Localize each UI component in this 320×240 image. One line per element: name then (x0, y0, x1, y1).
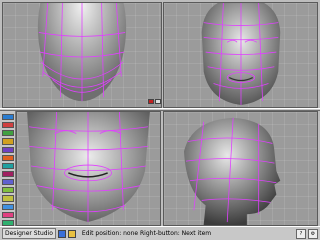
weld-tool-button[interactable] (1, 203, 14, 210)
viewport-mini-buttons (148, 99, 161, 104)
status-tray: ? ⚙ (296, 228, 318, 239)
settings-icon[interactable]: ⚙ (308, 228, 318, 239)
head-mesh-front-view (201, 3, 281, 106)
app-icon[interactable] (57, 229, 66, 238)
face-tool-button[interactable] (1, 187, 14, 194)
head-mesh-side-view (184, 117, 281, 225)
rotate-tool-button[interactable] (1, 130, 14, 137)
status-bar: Designer Studio Edit position: none Righ… (0, 226, 320, 240)
smooth-tool-button[interactable] (1, 162, 14, 169)
viewport-bottom-left[interactable] (16, 111, 161, 226)
viewport-top-left[interactable] (2, 2, 162, 108)
viewport-bottom-right[interactable] (163, 111, 318, 226)
modeler-app: Designer Studio Edit position: none Righ… (0, 0, 320, 240)
select-tool-button[interactable] (1, 114, 14, 121)
cut-tool-button[interactable] (1, 154, 14, 161)
maximize-viewport-button[interactable] (148, 99, 154, 104)
tool-palette (0, 111, 16, 226)
vertex-tool-button[interactable] (1, 170, 14, 178)
start-button[interactable]: Designer Studio (2, 228, 56, 239)
extrude-tool-button[interactable] (1, 146, 14, 153)
status-text: Edit position: none Right-button: Next i… (81, 230, 212, 237)
scale-tool-button[interactable] (1, 138, 14, 145)
move-tool-button[interactable] (1, 122, 14, 129)
help-icon[interactable]: ? (296, 228, 306, 239)
mirror-tool-button[interactable] (1, 195, 14, 202)
folder-icon[interactable] (67, 229, 76, 238)
restore-viewport-button[interactable] (155, 99, 161, 104)
edge-tool-button[interactable] (1, 179, 14, 186)
face-mesh-closeup (27, 112, 150, 223)
head-mesh-top-view (37, 3, 127, 102)
knife-tool-button[interactable] (1, 211, 14, 218)
viewport-top-right[interactable] (163, 2, 318, 108)
